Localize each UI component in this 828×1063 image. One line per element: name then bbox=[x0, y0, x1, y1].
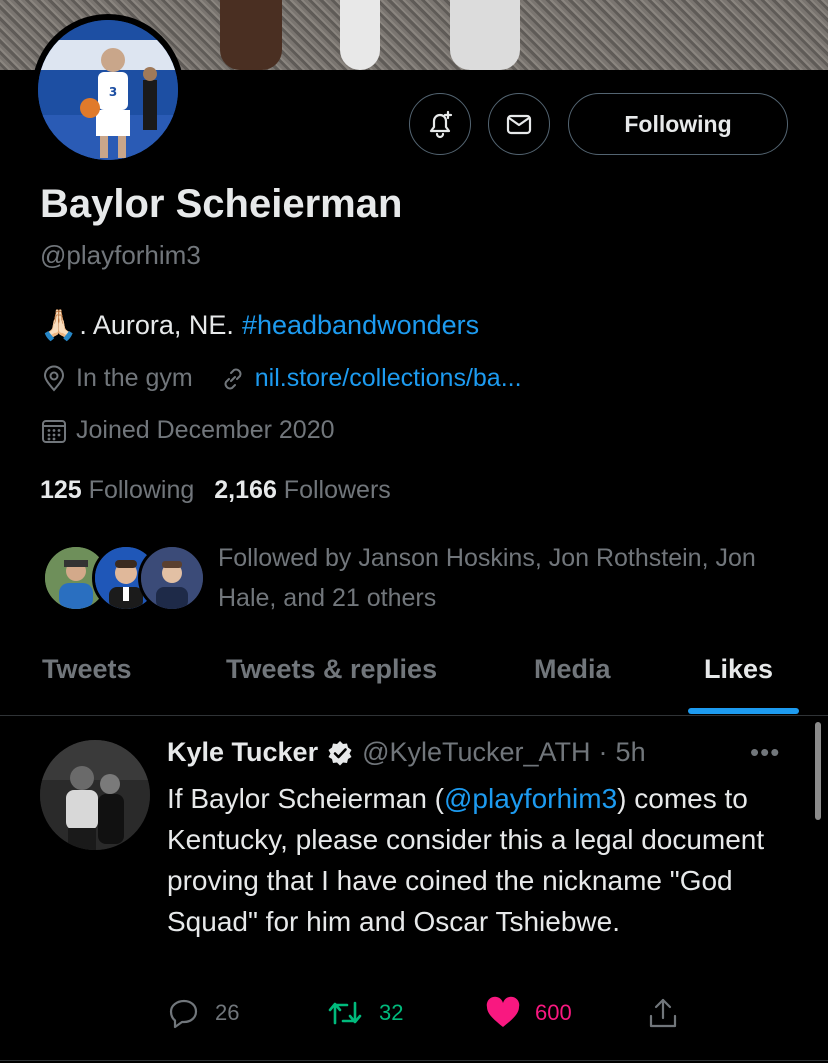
tab-likes[interactable]: Likes bbox=[704, 654, 773, 685]
bell-plus-icon bbox=[429, 110, 453, 139]
location-pin-icon bbox=[43, 365, 65, 392]
active-tab-indicator bbox=[688, 708, 799, 714]
avatar-photo: 3 bbox=[38, 20, 178, 160]
followers-count-label: Followers bbox=[283, 476, 391, 504]
tweet-separator: · bbox=[598, 737, 608, 767]
tab-media[interactable]: Media bbox=[534, 654, 611, 685]
location-text: In the gym bbox=[76, 364, 193, 392]
calendar-icon bbox=[42, 419, 66, 443]
tweet-more-button[interactable]: ••• bbox=[750, 737, 780, 768]
profile-tabs: Tweets Tweets & replies Media Likes bbox=[0, 640, 828, 716]
retweet-count: 32 bbox=[379, 1000, 404, 1025]
bio-hashtag-link[interactable]: #headbandwonders bbox=[242, 310, 479, 341]
tweet-mention-link[interactable]: @playforhim3 bbox=[444, 783, 617, 814]
tweet-text-before: If Baylor Scheierman ( bbox=[167, 783, 444, 814]
tweet-author-name[interactable]: Kyle Tucker bbox=[167, 737, 318, 768]
tab-tweets-and-replies[interactable]: Tweets & replies bbox=[226, 654, 437, 685]
tweet-author-handle[interactable]: @KyleTucker_ATH bbox=[362, 737, 590, 768]
svg-text:3: 3 bbox=[109, 85, 117, 99]
joined-text: Joined December 2020 bbox=[76, 416, 335, 444]
tweet-header: Kyle Tucker @KyleTucker_ATH · 5h bbox=[167, 737, 646, 768]
bio-emoji: 🙏🏻 bbox=[40, 309, 78, 342]
followers-count: 2,166 bbox=[214, 476, 277, 504]
follower-avatar bbox=[138, 544, 206, 612]
tweet-divider bbox=[0, 1060, 828, 1061]
envelope-icon bbox=[506, 114, 532, 135]
followed-by-text[interactable]: Followed by Janson Hoskins, Jon Rothstei… bbox=[218, 538, 798, 618]
follow-counts: 125 Following 2,166 Followers bbox=[40, 476, 391, 505]
profile-meta-row: In the gym nil.store/collections/ba... bbox=[40, 364, 548, 393]
following-count-link[interactable]: 125 Following bbox=[40, 476, 194, 505]
tweet-author-avatar[interactable] bbox=[40, 740, 150, 850]
share-icon bbox=[649, 998, 677, 1028]
like-count: 600 bbox=[535, 1000, 572, 1025]
followed-by-avatars[interactable] bbox=[42, 544, 206, 614]
profile-handle: @playforhim3 bbox=[40, 240, 201, 270]
retweet-icon bbox=[328, 1001, 362, 1025]
followers-count-link[interactable]: 2,166 Followers bbox=[214, 476, 391, 505]
retweet-button[interactable]: 32 bbox=[325, 996, 403, 1030]
profile-name: Baylor Scheierman bbox=[40, 182, 403, 226]
bio-text: . Aurora, NE. bbox=[79, 310, 234, 340]
share-button[interactable] bbox=[647, 996, 679, 1030]
heart-icon bbox=[486, 996, 520, 1027]
tab-tweets[interactable]: Tweets bbox=[42, 654, 132, 685]
following-count: 125 bbox=[40, 476, 82, 504]
joined-row: Joined December 2020 bbox=[40, 416, 361, 445]
tweet-timestamp[interactable]: 5h bbox=[616, 737, 646, 768]
tweet-actions: 26 32 600 bbox=[167, 996, 807, 1036]
following-button-label: Following bbox=[624, 110, 732, 137]
profile-avatar[interactable]: 3 bbox=[32, 14, 184, 166]
message-button[interactable] bbox=[488, 93, 550, 155]
website-item[interactable]: nil.store/collections/ba... bbox=[219, 364, 522, 393]
banner-photo bbox=[200, 0, 560, 70]
profile-bio: 🙏🏻 . Aurora, NE. #headbandwonders bbox=[40, 308, 479, 343]
following-count-label: Following bbox=[88, 476, 195, 504]
verified-badge-icon bbox=[328, 740, 352, 765]
joined-item: Joined December 2020 bbox=[40, 416, 335, 445]
website-link[interactable]: nil.store/collections/ba... bbox=[255, 364, 522, 393]
reply-button[interactable]: 26 bbox=[167, 996, 239, 1030]
like-button[interactable]: 600 bbox=[485, 996, 572, 1030]
following-button[interactable]: Following bbox=[568, 93, 788, 155]
notifications-button[interactable] bbox=[409, 93, 471, 155]
tweet-text: If Baylor Scheierman (@playforhim3) come… bbox=[167, 778, 787, 942]
location-item: In the gym bbox=[40, 364, 193, 393]
reply-icon bbox=[169, 999, 198, 1029]
reply-count: 26 bbox=[215, 1000, 240, 1025]
scrollbar[interactable] bbox=[815, 722, 821, 820]
link-icon bbox=[224, 368, 242, 389]
